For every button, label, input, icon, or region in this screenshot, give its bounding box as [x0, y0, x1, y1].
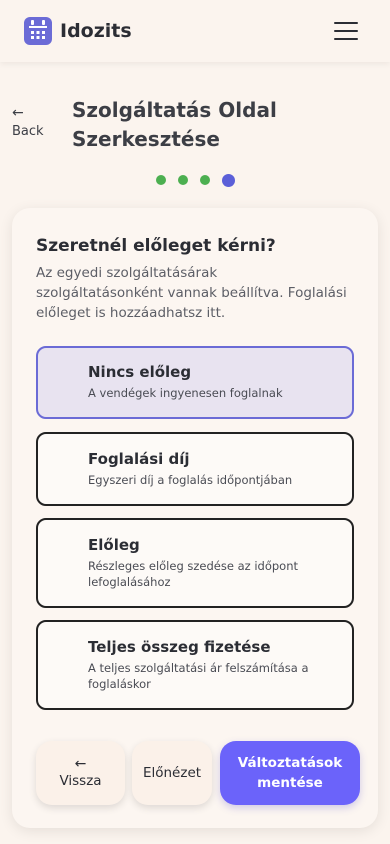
brand-name[interactable]: Idozits: [60, 20, 132, 42]
arrow-left-icon: ←: [12, 105, 24, 121]
save-button-label: Változtatások mentése: [237, 755, 343, 791]
option-subtitle: Részleges előleg szedése az időpont lefo…: [88, 559, 299, 589]
option-full-payment[interactable]: Teljes összeg fizetése A teljes szolgált…: [36, 620, 354, 710]
option-no-deposit[interactable]: Nincs előleg A vendégek ingyenesen fogla…: [36, 346, 354, 419]
option-booking-fee[interactable]: Foglalási díj Egyszeri díj a foglalás id…: [36, 432, 354, 506]
option-title: Teljes összeg fizetése: [88, 638, 271, 656]
option-title: Előleg: [88, 536, 140, 554]
option-subtitle: Egyszeri díj a foglalás időpontjában: [88, 473, 293, 487]
option-subtitle: A teljes szolgáltatási ár felszámítása a…: [88, 661, 309, 691]
question-description: Az egyedi szolgáltatásárak szolgáltatáso…: [36, 265, 347, 321]
save-changes-button[interactable]: Változtatások mentése: [220, 741, 360, 805]
step-dot-4-current: [222, 173, 235, 187]
step-dot-1: [156, 175, 166, 185]
step-indicator: [156, 173, 235, 187]
option-title: Nincs előleg: [88, 363, 192, 381]
option-title: Foglalási díj: [88, 450, 190, 468]
back-label: Back: [12, 124, 44, 139]
arrow-left-icon: ←: [74, 756, 87, 772]
back-link[interactable]: ← Back: [12, 106, 52, 139]
deposit-settings-card: Szeretnél előleget kérni? Az egyedi szol…: [12, 208, 378, 828]
top-bar: Idozits: [0, 0, 390, 62]
step-dot-2: [178, 175, 188, 185]
back-button-label: Vissza: [59, 773, 102, 789]
page-title: Szolgáltatás Oldal Szerkesztése: [72, 98, 277, 151]
preview-button-label: Előnézet: [142, 765, 202, 781]
hamburger-menu-icon[interactable]: [334, 22, 358, 40]
step-dot-3: [200, 175, 210, 185]
question-title: Szeretnél előleget kérni?: [36, 236, 276, 256]
option-subtitle: A vendégek ingyenesen foglalnak: [88, 386, 283, 400]
preview-button[interactable]: Előnézet: [132, 741, 212, 805]
calendar-logo-icon: [24, 17, 52, 45]
option-deposit[interactable]: Előleg Részleges előleg szedése az időpo…: [36, 518, 354, 608]
back-button[interactable]: ← Vissza: [36, 741, 125, 805]
